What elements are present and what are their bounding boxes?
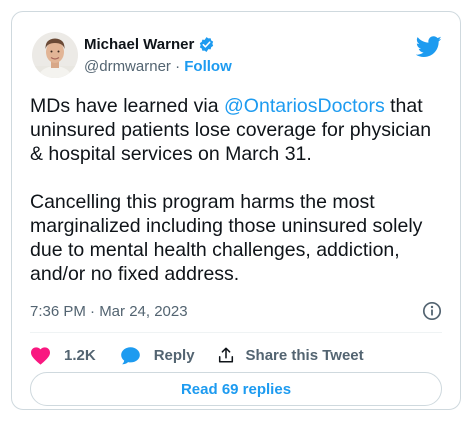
tweet-text-part: MDs have learned via xyxy=(30,95,225,117)
share-upload-icon xyxy=(217,346,235,364)
read-replies-button[interactable]: Read 69 replies xyxy=(30,372,442,406)
follow-button[interactable]: Follow xyxy=(184,58,232,75)
reply-button[interactable]: Reply xyxy=(120,346,195,365)
avatar[interactable] xyxy=(32,32,78,78)
author-handle[interactable]: @drmwarner xyxy=(84,58,171,75)
handle-row: @drmwarner · Follow xyxy=(84,58,232,75)
heart-icon xyxy=(30,346,51,365)
verified-badge-icon xyxy=(198,36,215,53)
twitter-bird-icon[interactable] xyxy=(415,36,442,58)
timestamp[interactable]: 7:36 PM · Mar 24, 2023 xyxy=(30,303,188,320)
author-name-text[interactable]: Michael Warner xyxy=(84,36,194,53)
author-name[interactable]: Michael Warner xyxy=(84,36,215,53)
like-button[interactable]: 1.2K xyxy=(30,346,96,365)
tweet-paragraph-2: Cancelling this program harms the most m… xyxy=(30,191,423,285)
mention-link[interactable]: @OntariosDoctors xyxy=(224,95,385,117)
speech-bubble-icon xyxy=(120,346,141,365)
tweet-text: MDs have learned via @OntariosDoctors th… xyxy=(30,94,448,286)
tweet-card: Michael Warner @drmwarner · Follow MDs h… xyxy=(11,11,461,410)
tweet-paragraph-1: MDs have learned via @OntariosDoctors th… xyxy=(30,94,448,166)
info-icon[interactable] xyxy=(422,301,442,321)
share-label: Share this Tweet xyxy=(245,346,364,364)
handle-separator: · xyxy=(175,58,181,75)
share-button[interactable]: Share this Tweet xyxy=(217,346,364,364)
reply-label: Reply xyxy=(153,346,195,364)
action-bar: 1.2K Reply Share this Tweet xyxy=(30,343,364,367)
like-count: 1.2K xyxy=(64,346,96,364)
divider xyxy=(30,332,442,333)
